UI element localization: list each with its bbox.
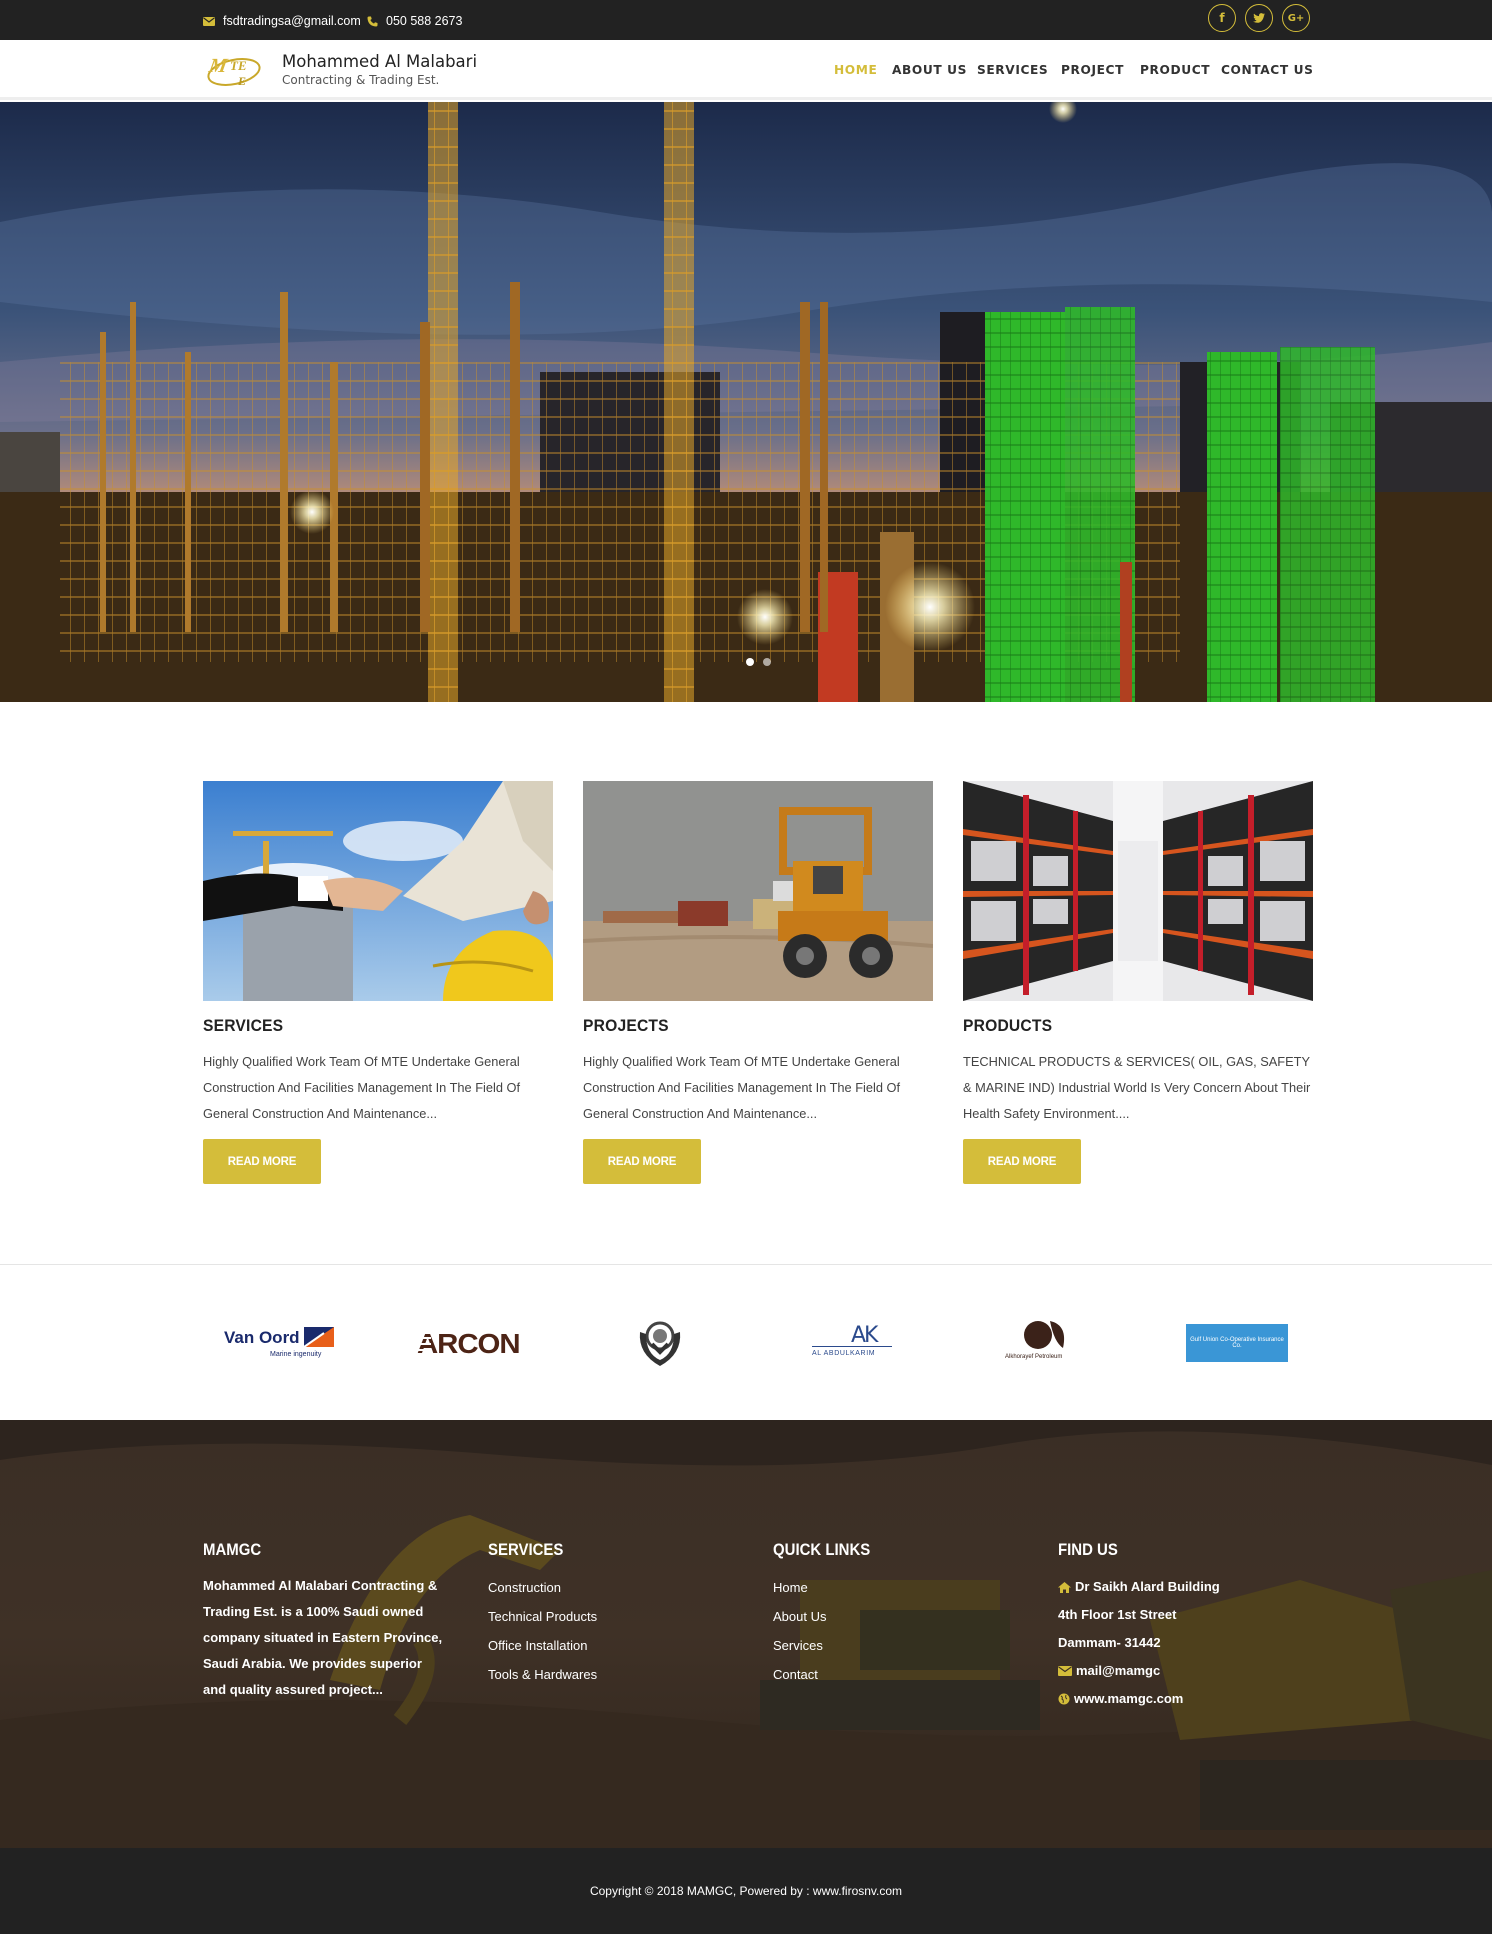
footer-link-construction[interactable]: Construction xyxy=(488,1573,597,1602)
phone-icon xyxy=(367,16,378,26)
partner-logo-gulf-union[interactable]: Gulf Union Co-Operative Insurance Co. xyxy=(1186,1318,1288,1368)
footer-address-line1: Dr Saikh Alard Building xyxy=(1058,1573,1220,1601)
products-read-more-button[interactable]: READ MORE xyxy=(963,1139,1081,1184)
nav-home[interactable]: HOME xyxy=(834,63,877,77)
nav-contact-us[interactable]: CONTACT US xyxy=(1221,63,1313,77)
footer-address-line3: Dammam- 31442 xyxy=(1058,1635,1161,1650)
emblem-icon xyxy=(639,1321,681,1366)
footer-website-text: www.mamgc.com xyxy=(1074,1691,1184,1706)
handshake-image xyxy=(203,781,553,1001)
company-name: Mohammed Al Malabari xyxy=(282,52,478,71)
footer-link-contact[interactable]: Contact xyxy=(773,1660,884,1689)
projects-read-more-button[interactable]: READ MORE xyxy=(583,1139,701,1184)
products-card-text: TECHNICAL PRODUCTS & SERVICES( OIL, GAS,… xyxy=(963,1054,1311,1121)
top-bar: fsdtradingsa@gmail.com 050 588 2673 f G+ xyxy=(0,0,1492,40)
envelope-icon xyxy=(1058,1666,1072,1676)
top-phone-text: 050 588 2673 xyxy=(386,14,463,28)
alkhorayef-mark-icon xyxy=(1024,1321,1065,1349)
footer-website[interactable]: www.mamgc.com xyxy=(1058,1685,1220,1713)
products-card-title: PRODUCTS xyxy=(963,1016,1053,1035)
footer-link-home[interactable]: Home xyxy=(773,1573,884,1602)
footer-link-technical-products[interactable]: Technical Products xyxy=(488,1602,597,1631)
google-plus-icon[interactable]: G+ xyxy=(1282,4,1310,32)
nav-project[interactable]: PROJECT xyxy=(1061,63,1124,77)
hero-image xyxy=(0,102,1492,702)
top-phone[interactable]: 050 588 2673 xyxy=(367,13,462,29)
services-card-title: SERVICES xyxy=(203,1016,284,1035)
footer-services-column: SERVICES Construction Technical Products… xyxy=(488,1540,597,1689)
nav-services[interactable]: SERVICES xyxy=(977,63,1048,77)
footer-link-about-us[interactable]: About Us xyxy=(773,1602,884,1631)
copyright-text: Copyright © 2018 MAMGC, Powered by : www… xyxy=(589,1884,903,1898)
footer-address-line2: 4th Floor 1st Street xyxy=(1058,1607,1177,1622)
envelope-icon xyxy=(203,16,215,26)
svg-text:M: M xyxy=(206,55,230,77)
top-email[interactable]: fsdtradingsa@gmail.com xyxy=(203,13,361,29)
company-logo[interactable]: M TE E xyxy=(206,50,274,90)
projects-card-image[interactable] xyxy=(583,781,933,1001)
nav-product[interactable]: PRODUCT xyxy=(1140,63,1210,77)
projects-card-text: Highly Qualified Work Team Of MTE Undert… xyxy=(583,1054,900,1121)
footer-address-line1-text: Dr Saikh Alard Building xyxy=(1075,1579,1220,1594)
footer-quick-links-column: QUICK LINKS Home About Us Services Conta… xyxy=(773,1540,884,1689)
footer-about-heading: MAMGC xyxy=(203,1540,262,1559)
ak-letters: AK xyxy=(851,1323,879,1348)
footer-about-text: Mohammed Al Malabari Contracting & Tradi… xyxy=(203,1578,443,1697)
footer-about-column: MAMGC Mohammed Al Malabari Contracting &… xyxy=(203,1540,443,1703)
facebook-icon[interactable]: f xyxy=(1208,4,1236,32)
globe-icon xyxy=(1058,1693,1070,1705)
svg-text:E: E xyxy=(237,74,246,88)
footer-link-services[interactable]: Services xyxy=(773,1631,884,1660)
partner-logo-emblem[interactable] xyxy=(630,1318,690,1368)
footer-link-office-installation[interactable]: Office Installation xyxy=(488,1631,597,1660)
alkhorayef-name: Alkhorayef Petroleum xyxy=(1005,1354,1063,1360)
nav-about-us[interactable]: ABOUT US xyxy=(892,63,967,77)
ak-name: AL ABDULKARIM xyxy=(812,1350,876,1357)
twitter-bird-icon xyxy=(1253,13,1265,23)
home-icon xyxy=(1058,1581,1071,1593)
van-oord-flag-icon xyxy=(304,1327,334,1347)
partner-logo-al-abdulkarim[interactable]: AK AL ABDULKARIM xyxy=(808,1318,908,1368)
services-card-text: Highly Qualified Work Team Of MTE Undert… xyxy=(203,1054,520,1121)
section-divider xyxy=(0,1264,1492,1265)
van-oord-tagline: Marine ingenuity xyxy=(270,1351,322,1358)
svg-text:TE: TE xyxy=(230,58,247,73)
projects-card-title: PROJECTS xyxy=(583,1016,669,1035)
arcon-text: ARCON xyxy=(417,1328,521,1359)
services-card-image[interactable] xyxy=(203,781,553,1001)
partner-logo-alkhorayef-petroleum[interactable]: Alkhorayef Petroleum xyxy=(1003,1318,1089,1368)
van-oord-name: Van Oord xyxy=(224,1328,300,1347)
footer-services-heading: SERVICES xyxy=(488,1540,564,1559)
warehouse-image xyxy=(963,781,1313,1001)
loader-image xyxy=(583,781,933,1001)
gulf-union-banner: Gulf Union Co-Operative Insurance Co. xyxy=(1186,1324,1288,1362)
twitter-icon[interactable] xyxy=(1245,4,1273,32)
footer-find-us-heading: FIND US xyxy=(1058,1540,1118,1559)
company-subtitle: Contracting & Trading Est. xyxy=(282,73,440,87)
products-card-image[interactable] xyxy=(963,781,1313,1001)
footer-mail[interactable]: mail@mamgc xyxy=(1058,1657,1220,1685)
footer-mail-text: mail@mamgc xyxy=(1076,1663,1161,1678)
copyright-bar: Copyright © 2018 MAMGC, Powered by : www… xyxy=(0,1848,1492,1934)
footer-quick-links-heading: QUICK LINKS xyxy=(773,1540,871,1559)
partner-logo-arcon[interactable]: ARCON xyxy=(415,1318,525,1368)
partner-logo-van-oord[interactable]: Van Oord Marine ingenuity xyxy=(218,1318,348,1368)
footer-link-tools-hardwares[interactable]: Tools & Hardwares xyxy=(488,1660,597,1689)
hero-slider[interactable] xyxy=(0,102,1492,702)
top-email-text: fsdtradingsa@gmail.com xyxy=(223,14,361,28)
services-read-more-button[interactable]: READ MORE xyxy=(203,1139,321,1184)
footer-find-us-column: FIND US Dr Saikh Alard Building 4th Floo… xyxy=(1058,1540,1220,1713)
